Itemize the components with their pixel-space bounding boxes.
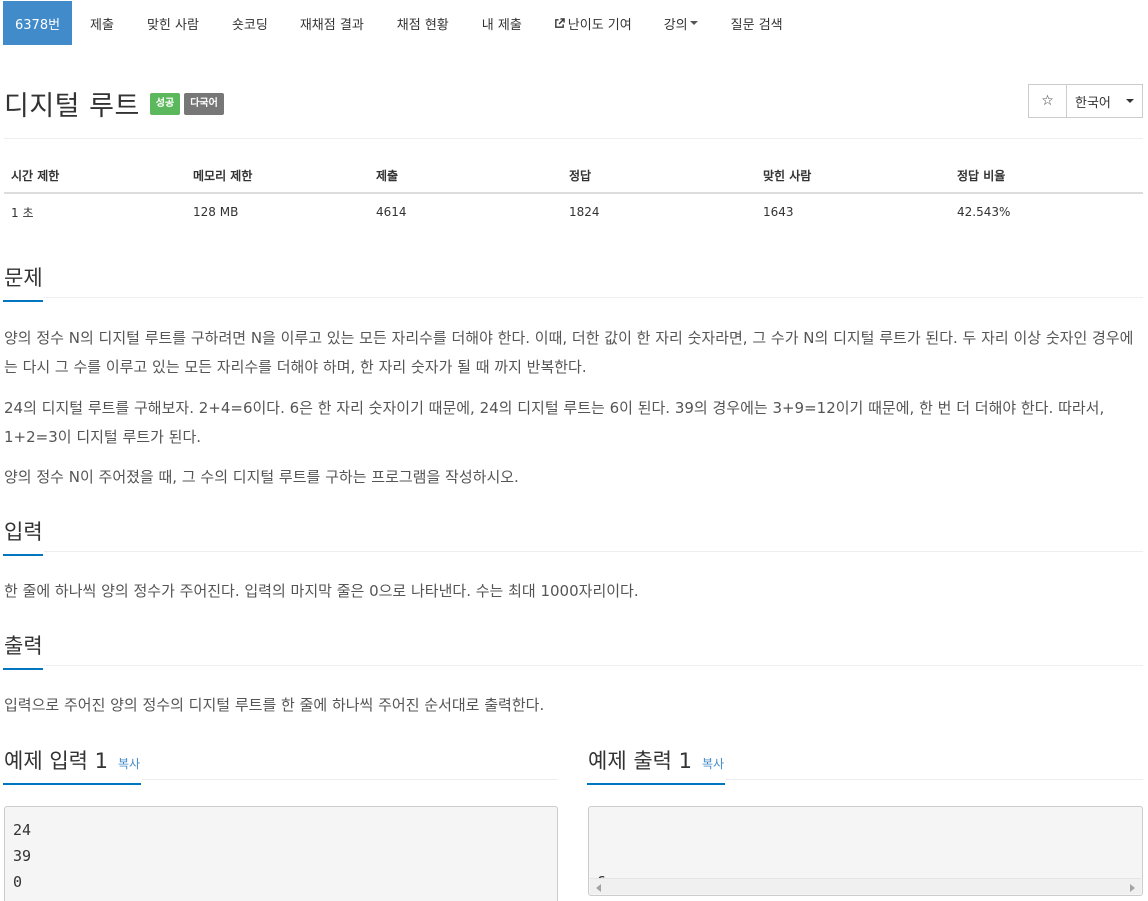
input-heading-text: 입력 <box>4 520 43 544</box>
description-paragraph: 양의 정수 N이 주어졌을 때, 그 수의 디지털 루트를 구하는 프로그램을 … <box>4 468 519 486</box>
input-heading: 입력 <box>3 516 43 556</box>
description-heading: 문제 <box>3 262 43 302</box>
chevron-down-icon <box>1126 99 1134 103</box>
table-header-cell: 시간 제한 <box>11 168 60 183</box>
section-divider <box>44 665 1143 666</box>
problem-header: 디지털 루트 성공 다국어 <box>4 84 224 123</box>
sample-output-heading-text: 예제 출력 1 <box>588 749 692 773</box>
copy-sample-input-button[interactable]: 복사 <box>118 757 140 771</box>
table-header-cell: 제출 <box>376 168 399 183</box>
heading-underline <box>3 300 43 302</box>
nav-short-coding[interactable]: 숏코딩 <box>232 1 268 45</box>
problem-actions: ☆ 한국어 <box>1028 84 1143 118</box>
sample-output-box[interactable]: 6 3 <box>588 806 1143 901</box>
title-divider <box>4 138 1143 139</box>
horizontal-scrollbar[interactable] <box>590 878 1141 894</box>
problem-info-table: 시간 제한 메모리 제한 제출 정답 맞힌 사람 정답 비율 1 초 128 M… <box>4 158 1143 230</box>
table-cell: 4614 <box>376 205 407 219</box>
nav-solved-users[interactable]: 맞힌 사람 <box>147 1 199 45</box>
nav-problem-number[interactable]: 6378번 <box>3 1 73 45</box>
nav-rejudge-results-label: 재채점 결과 <box>299 17 364 33</box>
table-cell: 1643 <box>763 205 794 219</box>
heading-underline <box>587 783 725 785</box>
chevron-down-icon <box>689 21 698 25</box>
nav-difficulty-contribution-label: 난이도 기여 <box>567 17 632 33</box>
nav-rejudge-results[interactable]: 재채점 결과 <box>300 1 364 45</box>
nav-short-coding-label: 숏코딩 <box>231 17 268 33</box>
heading-underline <box>3 668 43 670</box>
sample-input-heading-text: 예제 입력 1 <box>4 749 108 773</box>
table-header-cell: 메모리 제한 <box>193 168 253 183</box>
nav-lectures-dropdown[interactable]: 강의 <box>664 1 698 45</box>
nav-judge-status-label: 채점 현황 <box>396 17 449 33</box>
nav-problem-number-label: 6378번 <box>15 17 61 33</box>
table-cell: 128 MB <box>193 205 239 219</box>
nav-my-submissions[interactable]: 내 제출 <box>482 1 522 45</box>
description-heading-text: 문제 <box>4 266 43 290</box>
star-icon: ☆ <box>1041 93 1054 109</box>
favorite-button[interactable]: ☆ <box>1028 84 1067 118</box>
heading-underline <box>3 783 141 785</box>
sample-output-heading: 예제 출력 1 복사 <box>587 745 725 785</box>
problem-title: 디지털 루트 <box>4 91 140 122</box>
heading-underline <box>3 554 43 556</box>
nav-difficulty-contribution[interactable]: 난이도 기여 <box>554 1 632 45</box>
input-text: 한 줄에 하나씩 양의 정수가 주어진다. 입력의 마지막 줄은 0으로 나타낸… <box>4 582 639 600</box>
language-select-label: 한국어 <box>1075 95 1111 111</box>
top-nav: 6378번 제출 맞힌 사람 숏코딩 재채점 결과 채점 현황 내 제출 난이도… <box>0 0 1148 46</box>
success-badge: 성공 <box>149 92 181 115</box>
nav-question-search-label: 질문 검색 <box>730 17 783 33</box>
scroll-left-icon[interactable] <box>596 884 601 892</box>
language-select[interactable]: 한국어 <box>1067 84 1143 118</box>
table-row: 1 초 128 MB 4614 1824 1643 42.543% <box>4 194 1143 230</box>
sample-input-box[interactable]: 24 39 0 <box>4 806 558 901</box>
nav-my-submissions-label: 내 제출 <box>481 17 522 33</box>
section-divider <box>726 779 1143 780</box>
table-cell: 1824 <box>569 205 600 219</box>
table-header-cell: 맞힌 사람 <box>763 168 812 183</box>
nav-question-search[interactable]: 질문 검색 <box>731 1 783 45</box>
table-cell: 42.543% <box>957 205 1011 219</box>
copy-sample-output-button[interactable]: 복사 <box>702 757 724 771</box>
nav-solved-users-label: 맞힌 사람 <box>146 17 199 33</box>
nav-submit-label: 제출 <box>90 17 114 33</box>
output-heading-text: 출력 <box>4 634 43 658</box>
output-text: 입력으로 주어진 양의 정수의 디지털 루트를 한 줄에 하나씩 주어진 순서대… <box>4 696 545 714</box>
table-header-cell: 정답 <box>569 168 592 183</box>
section-divider <box>44 551 1143 552</box>
output-heading: 출력 <box>3 630 43 670</box>
section-divider <box>142 779 558 780</box>
description-paragraph: 24의 디지털 루트를 구해보자. 2+4=6이다. 6은 한 자리 숫자이기 … <box>4 399 1105 446</box>
table-cell: 1 초 <box>11 205 34 220</box>
nav-lectures-label: 강의 <box>663 17 688 33</box>
scroll-right-icon[interactable] <box>1130 884 1135 892</box>
table-header-row: 시간 제한 메모리 제한 제출 정답 맞힌 사람 정답 비율 <box>4 158 1143 194</box>
external-link-icon <box>554 17 565 28</box>
nav-submit[interactable]: 제출 <box>90 1 114 45</box>
section-divider <box>44 297 1143 298</box>
sample-input-heading: 예제 입력 1 복사 <box>3 745 141 785</box>
table-header-cell: 정답 비율 <box>957 168 1006 183</box>
description-paragraph: 양의 정수 N의 디지털 루트를 구하려면 N을 이루고 있는 모든 자리수를 … <box>4 329 1134 376</box>
multilingual-badge: 다국어 <box>184 92 224 115</box>
nav-judge-status[interactable]: 채점 현황 <box>397 1 449 45</box>
